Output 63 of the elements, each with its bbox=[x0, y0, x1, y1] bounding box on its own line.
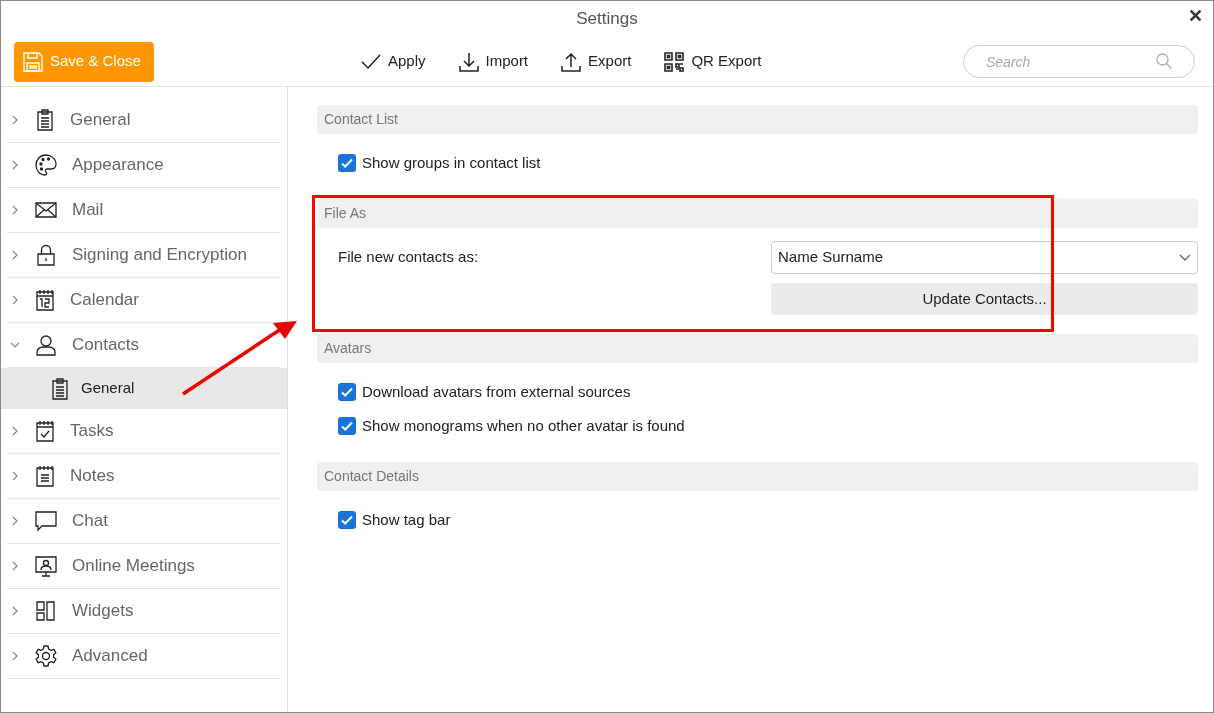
chevron-icon bbox=[10, 606, 20, 616]
dropdown[interactable]: Name Surname bbox=[771, 241, 1198, 274]
chevron-icon bbox=[10, 471, 20, 481]
sidebar-item[interactable]: Online Meetings bbox=[7, 544, 281, 589]
section-header: Contact Details bbox=[317, 462, 1198, 491]
toolbar-button[interactable]: Export bbox=[560, 50, 632, 73]
sidebar-subitem[interactable]: General bbox=[1, 368, 287, 409]
update-contacts-button[interactable]: Update Contacts... bbox=[771, 283, 1198, 315]
chevron-icon bbox=[10, 340, 20, 350]
download-icon bbox=[457, 50, 480, 73]
checkbox-option[interactable]: Show monograms when no other avatar is found bbox=[338, 409, 685, 443]
checkbox[interactable] bbox=[338, 417, 356, 435]
sidebar-item[interactable]: Widgets bbox=[7, 589, 281, 634]
chevron-icon bbox=[10, 651, 20, 661]
window-title: Settings bbox=[576, 8, 638, 31]
speech-bubble-icon bbox=[34, 509, 58, 533]
settings-icon bbox=[34, 644, 58, 668]
chevron-icon bbox=[10, 205, 20, 215]
chevron-icon bbox=[10, 115, 20, 125]
chevron-icon bbox=[10, 160, 20, 170]
checkbox[interactable] bbox=[338, 154, 356, 172]
widgets-icon bbox=[34, 599, 58, 623]
field-label: File new contacts as: bbox=[338, 247, 480, 268]
qr-code-icon bbox=[663, 50, 686, 73]
search-field[interactable]: Search bbox=[963, 45, 1195, 78]
padlock-icon bbox=[34, 243, 58, 267]
caret-icon bbox=[1179, 253, 1191, 262]
calendar-icon bbox=[34, 288, 56, 312]
notepad-icon bbox=[34, 464, 56, 488]
sidebar-item[interactable]: Mail bbox=[7, 188, 281, 233]
checkbox[interactable] bbox=[338, 383, 356, 401]
monitor-person-icon bbox=[34, 554, 58, 578]
sidebar-item[interactable]: Tasks bbox=[7, 409, 281, 454]
chevron-icon bbox=[10, 426, 20, 436]
sidebar-item[interactable]: Chat bbox=[7, 499, 281, 544]
checkbox-option[interactable]: Show tag bar bbox=[338, 503, 451, 537]
sidebar-item[interactable]: Notes bbox=[7, 454, 281, 499]
upload-icon bbox=[560, 50, 583, 73]
checkbox-option[interactable]: Download avatars from external sources bbox=[338, 375, 631, 409]
sidebar-item[interactable]: Appearance bbox=[7, 143, 281, 188]
sidebar-item[interactable]: General bbox=[7, 98, 281, 143]
sidebar-item[interactable]: Signing and Encryption bbox=[7, 233, 281, 278]
section-header: Contact List bbox=[317, 105, 1198, 134]
sidebar-item[interactable]: Calendar bbox=[7, 278, 281, 323]
clipboard-icon bbox=[34, 108, 56, 132]
chevron-icon bbox=[10, 516, 20, 526]
palette-icon bbox=[34, 153, 58, 177]
close-button[interactable]: ✕ bbox=[1188, 3, 1203, 30]
section-header: Avatars bbox=[317, 334, 1198, 363]
calendar-check-icon bbox=[34, 419, 56, 443]
checkbox[interactable] bbox=[338, 511, 356, 529]
clipboard-icon bbox=[49, 376, 71, 401]
sidebar-item[interactable]: Advanced bbox=[7, 634, 281, 679]
checkbox-option[interactable]: Show groups in contact list bbox=[338, 146, 541, 180]
search-icon bbox=[1155, 52, 1173, 70]
chevron-icon bbox=[10, 561, 20, 571]
chevron-icon bbox=[10, 295, 20, 305]
toolbar-button[interactable]: Import bbox=[457, 50, 529, 73]
chevron-icon bbox=[10, 250, 20, 260]
toolbar-button[interactable]: Apply bbox=[360, 50, 426, 73]
section-header: File As bbox=[317, 199, 1198, 228]
toolbar-button[interactable]: QR Export bbox=[663, 50, 762, 73]
person-icon bbox=[34, 333, 58, 357]
